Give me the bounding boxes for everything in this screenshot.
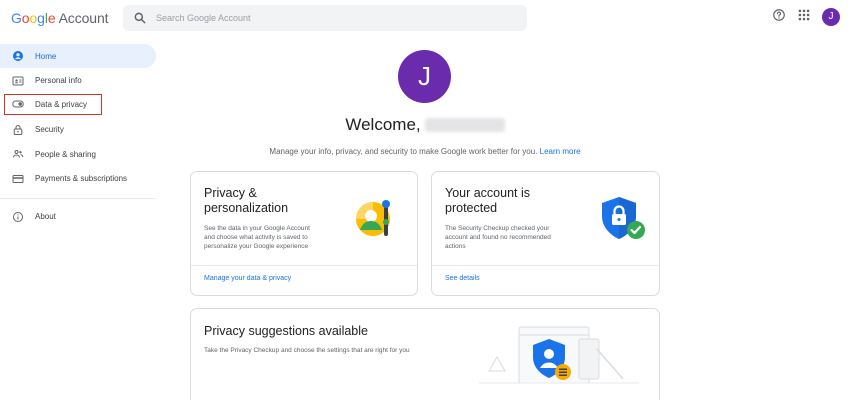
manage-data-privacy-link[interactable]: Manage your data & privacy bbox=[204, 275, 291, 282]
top-bar: GoogleAccount J bbox=[0, 0, 848, 38]
sidebar-item-security[interactable]: Security bbox=[0, 118, 160, 142]
profile-avatar[interactable]: J bbox=[398, 50, 451, 103]
privacy-personalization-card[interactable]: Privacy & personalization See the data i… bbox=[190, 171, 418, 296]
privacy-illustration-icon bbox=[356, 200, 390, 236]
account-protected-card[interactable]: Your account is protected The Security C… bbox=[431, 171, 660, 296]
sidebar-divider bbox=[0, 197, 156, 199]
card-description: Take the Privacy Checkup and choose the … bbox=[204, 347, 410, 354]
sidebar-item-home[interactable]: Home bbox=[0, 44, 156, 68]
card-description: See the data in your Google Account and … bbox=[204, 225, 310, 250]
privacy-suggestions-card[interactable]: Privacy suggestions available Take the P… bbox=[190, 308, 660, 400]
apps-grid-icon[interactable] bbox=[797, 8, 811, 22]
card-divider bbox=[432, 265, 659, 266]
privacy-checkup-illustration-icon bbox=[479, 326, 639, 384]
sidebar-item-label: Personal info bbox=[35, 76, 82, 85]
info-icon bbox=[13, 211, 23, 222]
sidebar-item-data-privacy[interactable]: Data & privacy bbox=[4, 93, 102, 115]
google-account-logo[interactable]: Google Account bbox=[11, 10, 109, 26]
lock-icon bbox=[13, 124, 23, 135]
card-divider bbox=[191, 265, 417, 266]
sidebar-item-label: Payments & subscriptions bbox=[35, 174, 128, 183]
sidebar-item-payments[interactable]: Payments & subscriptions bbox=[0, 167, 160, 191]
sidebar-item-personal-info[interactable]: Personal info bbox=[0, 69, 160, 93]
sidebar-nav: Home Personal info Data & privacy Securi… bbox=[0, 44, 160, 229]
search-icon[interactable] bbox=[133, 11, 147, 25]
help-circle-icon[interactable] bbox=[772, 8, 786, 22]
search-bar[interactable] bbox=[123, 5, 527, 31]
sidebar-item-label: About bbox=[35, 212, 56, 221]
toggle-icon bbox=[12, 100, 24, 108]
search-input[interactable] bbox=[156, 9, 516, 27]
card-title: Privacy & personalization bbox=[204, 186, 289, 215]
sidebar-item-label: Home bbox=[35, 51, 57, 61]
see-details-link[interactable]: See details bbox=[445, 275, 480, 282]
id-card-icon bbox=[12, 76, 24, 85]
account-avatar[interactable]: J bbox=[822, 8, 840, 26]
sidebar-item-label: Data & privacy bbox=[35, 99, 88, 109]
card-title: Your account is protected bbox=[445, 186, 531, 215]
subtitle-text: Manage your info, privacy, and security … bbox=[269, 147, 538, 156]
page-title: Welcome, bbox=[300, 115, 550, 135]
credit-card-icon bbox=[12, 174, 24, 183]
people-icon bbox=[13, 150, 24, 158]
sidebar-item-label: Security bbox=[35, 125, 64, 134]
card-title: Privacy suggestions available bbox=[204, 324, 368, 338]
user-name-redacted bbox=[424, 118, 505, 132]
sidebar-item-label: People & sharing bbox=[35, 149, 96, 159]
page-subtitle: Manage your info, privacy, and security … bbox=[200, 147, 650, 156]
home-icon bbox=[13, 51, 23, 61]
welcome-text: Welcome, bbox=[345, 115, 421, 134]
shield-check-icon bbox=[602, 197, 645, 239]
card-description: The Security Checkup checked your accoun… bbox=[445, 225, 551, 250]
sidebar-item-people-sharing[interactable]: People & sharing bbox=[0, 142, 160, 166]
learn-more-link[interactable]: Learn more bbox=[540, 147, 581, 156]
sidebar-item-about[interactable]: About bbox=[0, 205, 160, 229]
